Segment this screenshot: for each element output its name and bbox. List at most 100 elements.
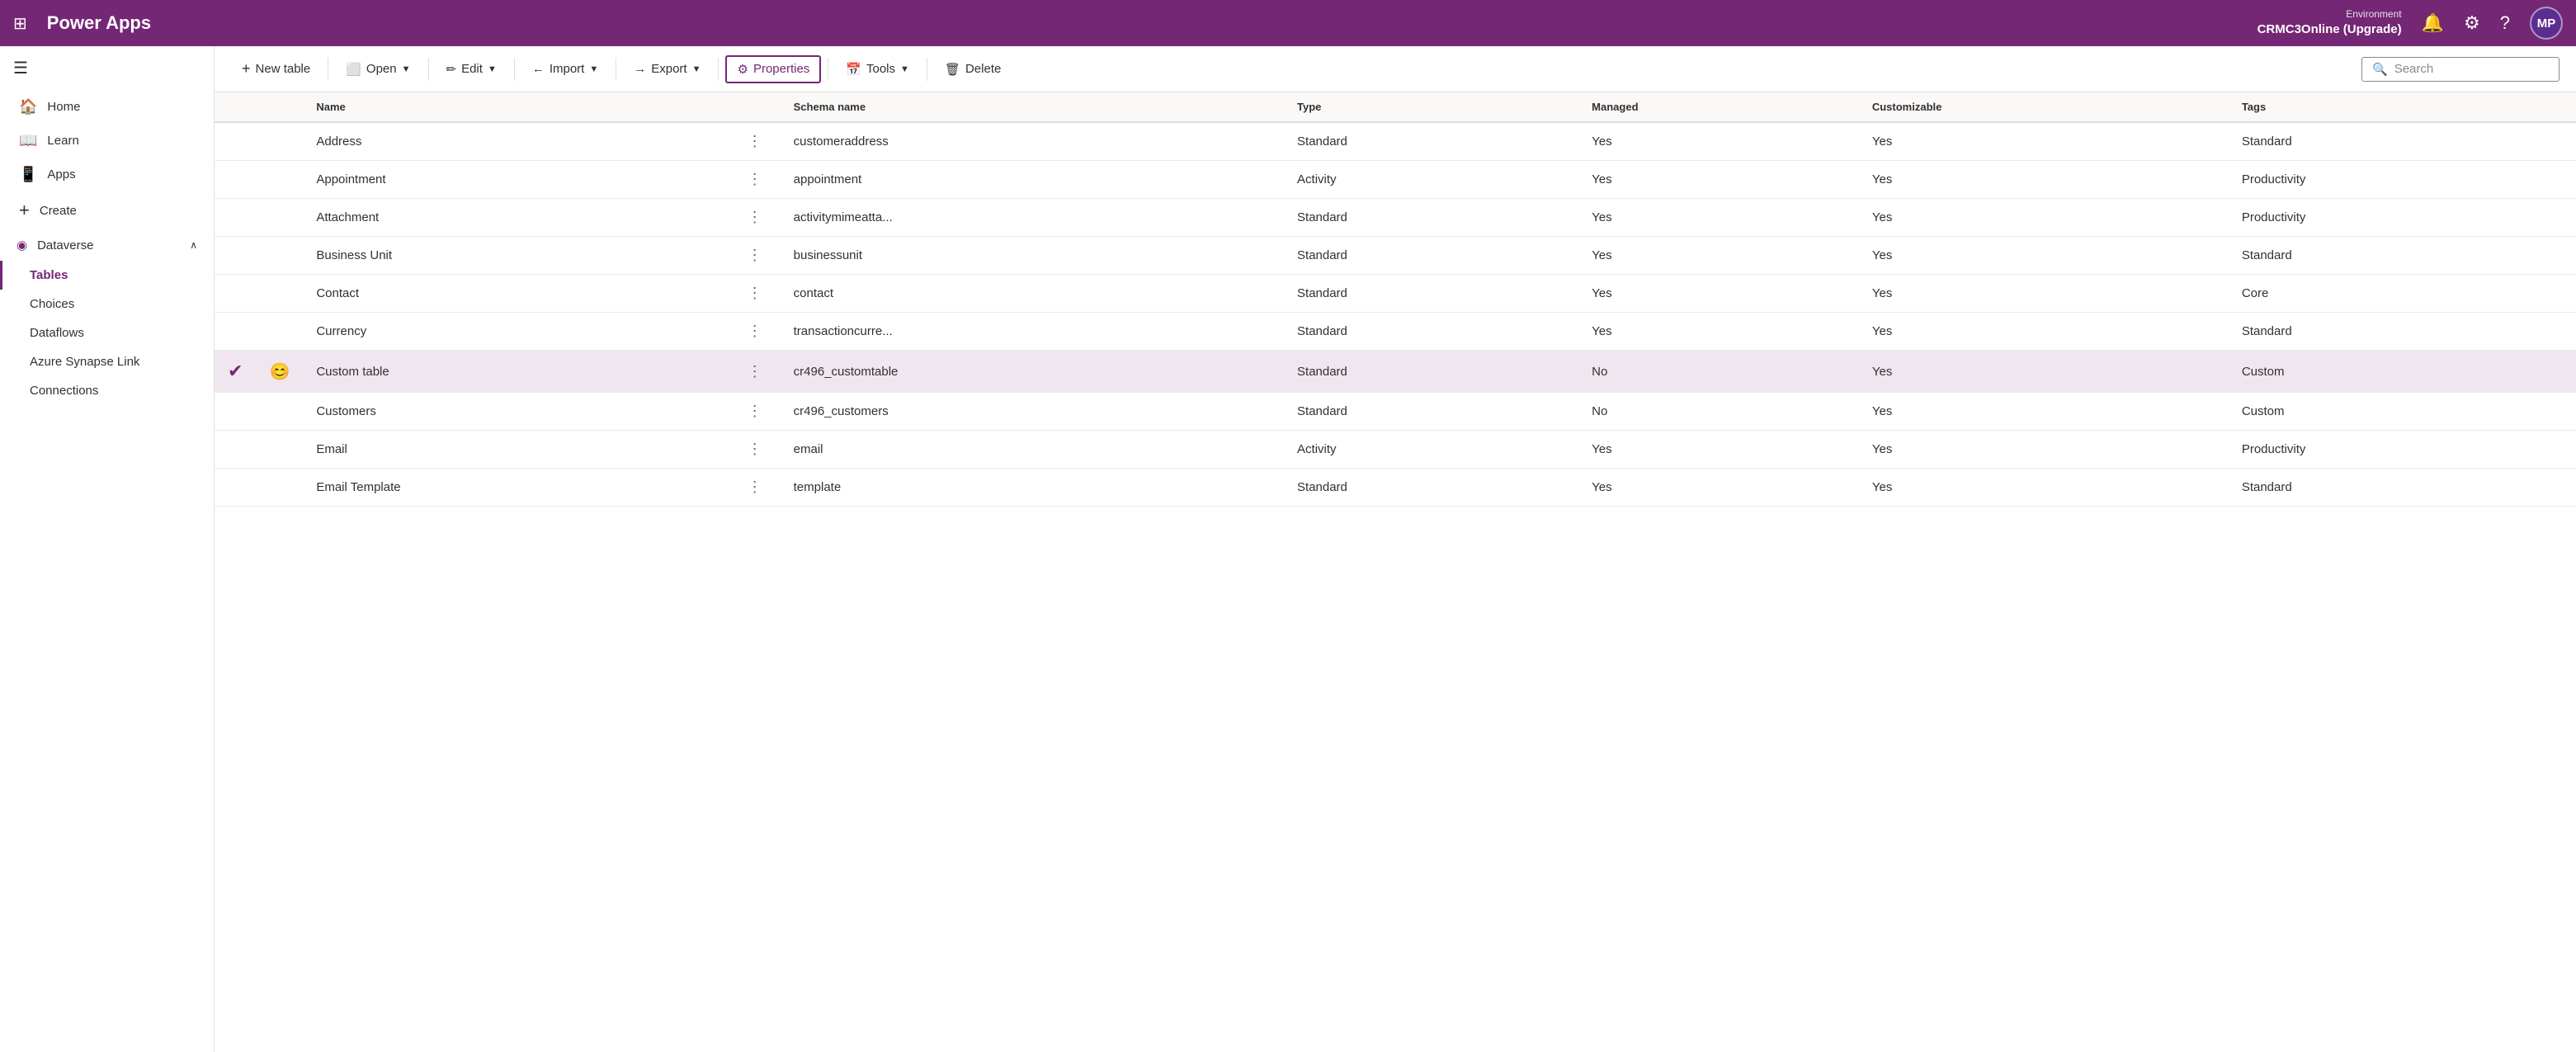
avatar[interactable]: MP: [2530, 7, 2563, 40]
new-table-button[interactable]: + New table: [231, 54, 321, 83]
table-row[interactable]: ✔😊Custom table⋮cr496_customtableStandard…: [215, 351, 2576, 393]
import-icon: ←: [532, 62, 545, 76]
col-type-header[interactable]: Type: [1284, 92, 1578, 122]
bell-icon[interactable]: 🔔: [2422, 12, 2444, 34]
export-button[interactable]: → Export ▼: [623, 56, 711, 82]
row-schema-cell: transactioncurre...: [781, 313, 1284, 351]
sidebar-sub-dataflows[interactable]: Dataflows: [0, 318, 214, 347]
search-box[interactable]: 🔍 Search: [2361, 57, 2559, 82]
sidebar-label-choices: Choices: [30, 297, 74, 311]
sidebar-item-dataverse[interactable]: ◉ Dataverse ∧: [0, 229, 214, 261]
sidebar-item-create[interactable]: + Create: [0, 191, 214, 229]
toolbar: + New table ⬜ Open ▼ ✏ Edit ▼ ← Import ▼: [215, 46, 2576, 92]
row-dots-cell[interactable]: ⋮: [729, 122, 781, 161]
open-icon: ⬜: [346, 62, 361, 77]
row-name-cell: Currency: [303, 313, 729, 351]
sidebar-item-apps[interactable]: 📱 Apps: [0, 158, 214, 191]
row-managed-cell: Yes: [1578, 431, 1859, 469]
row-more-icon[interactable]: ⋮: [743, 207, 767, 227]
properties-button[interactable]: ⚙ Properties: [725, 55, 821, 83]
row-schema-cell: email: [781, 431, 1284, 469]
row-tags-cell: Custom: [2229, 351, 2576, 393]
row-name-cell: Custom table: [303, 351, 729, 393]
home-icon: 🏠: [19, 98, 37, 116]
apps-icon: 📱: [19, 166, 37, 183]
row-customizable-cell: Yes: [1859, 469, 2229, 507]
row-more-icon[interactable]: ⋮: [743, 169, 767, 189]
edit-button[interactable]: ✏ Edit ▼: [436, 56, 507, 83]
col-name-header[interactable]: Name: [303, 92, 729, 122]
table-row[interactable]: Business Unit⋮businessunitStandardYesYes…: [215, 237, 2576, 275]
row-dots-cell[interactable]: ⋮: [729, 199, 781, 237]
row-emoji-cell: [256, 199, 303, 237]
sidebar-sub-tables[interactable]: Tables: [0, 261, 214, 290]
delete-button[interactable]: 🗑 Delete: [934, 56, 1012, 83]
row-dots-cell[interactable]: ⋮: [729, 393, 781, 431]
environment-info[interactable]: Environment CRMC3Online (Upgrade): [2258, 8, 2402, 37]
row-type-cell: Standard: [1284, 351, 1578, 393]
table-row[interactable]: Attachment⋮activitymimeatta...StandardYe…: [215, 199, 2576, 237]
sidebar-item-home[interactable]: 🏠 Home: [0, 90, 214, 124]
col-customizable-header[interactable]: Customizable: [1859, 92, 2229, 122]
col-icon-1: [215, 92, 256, 122]
new-table-icon: +: [242, 60, 251, 78]
row-dots-cell[interactable]: ⋮: [729, 237, 781, 275]
row-emoji-cell: [256, 313, 303, 351]
edit-icon: ✏: [446, 62, 457, 77]
table-row[interactable]: Appointment⋮appointmentActivityYesYesPro…: [215, 161, 2576, 199]
row-tags-cell: Custom: [2229, 393, 2576, 431]
row-more-icon[interactable]: ⋮: [743, 477, 767, 497]
grid-icon[interactable]: ⊞: [13, 13, 27, 34]
row-schema-cell: template: [781, 469, 1284, 507]
sidebar-label-tables: Tables: [30, 268, 68, 282]
table-row[interactable]: Contact⋮contactStandardYesYesCore: [215, 275, 2576, 313]
table-row[interactable]: Currency⋮transactioncurre...StandardYesY…: [215, 313, 2576, 351]
row-dots-cell[interactable]: ⋮: [729, 275, 781, 313]
row-more-icon[interactable]: ⋮: [743, 283, 767, 303]
table-row[interactable]: Email⋮emailActivityYesYesProductivity: [215, 431, 2576, 469]
row-tags-cell: Productivity: [2229, 199, 2576, 237]
table-row[interactable]: Email Template⋮templateStandardYesYesSta…: [215, 469, 2576, 507]
import-chevron-icon: ▼: [589, 64, 598, 74]
sidebar-item-learn[interactable]: 📖 Learn: [0, 124, 214, 158]
row-customizable-cell: Yes: [1859, 275, 2229, 313]
row-emoji-cell: [256, 469, 303, 507]
table-row[interactable]: Customers⋮cr496_customersStandardNoYesCu…: [215, 393, 2576, 431]
col-schema-header[interactable]: Schema name: [781, 92, 1284, 122]
row-tags-cell: Standard: [2229, 237, 2576, 275]
settings-icon[interactable]: ⚙: [2464, 12, 2480, 34]
row-more-icon[interactable]: ⋮: [743, 245, 767, 265]
row-tags-cell: Core: [2229, 275, 2576, 313]
col-tags-header[interactable]: Tags: [2229, 92, 2576, 122]
sidebar-label-connections: Connections: [30, 384, 98, 398]
row-more-icon[interactable]: ⋮: [743, 131, 767, 151]
tables-table: Name Schema name Type Managed Customizab…: [215, 92, 2576, 507]
chevron-up-icon: ∧: [190, 239, 197, 251]
row-more-icon[interactable]: ⋮: [743, 321, 767, 341]
row-type-cell: Standard: [1284, 122, 1578, 161]
row-dots-cell[interactable]: ⋮: [729, 469, 781, 507]
row-more-icon[interactable]: ⋮: [743, 439, 767, 459]
row-dots-cell[interactable]: ⋮: [729, 313, 781, 351]
row-customizable-cell: Yes: [1859, 122, 2229, 161]
sidebar-sub-azure-synapse[interactable]: Azure Synapse Link: [0, 347, 214, 376]
row-type-cell: Standard: [1284, 469, 1578, 507]
row-check-cell: [215, 469, 256, 507]
sidebar-toggle[interactable]: ☰: [0, 46, 214, 90]
table-row[interactable]: Address⋮customeraddressStandardYesYesSta…: [215, 122, 2576, 161]
import-button[interactable]: ← Import ▼: [521, 56, 609, 82]
open-button[interactable]: ⬜ Open ▼: [335, 56, 421, 83]
row-tags-cell: Productivity: [2229, 431, 2576, 469]
help-icon[interactable]: ?: [2500, 12, 2510, 34]
row-more-icon[interactable]: ⋮: [743, 401, 767, 421]
col-managed-header[interactable]: Managed: [1578, 92, 1859, 122]
row-managed-cell: Yes: [1578, 275, 1859, 313]
row-dots-cell[interactable]: ⋮: [729, 161, 781, 199]
sidebar-sub-connections[interactable]: Connections: [0, 376, 214, 405]
sidebar-sub-choices[interactable]: Choices: [0, 290, 214, 318]
row-dots-cell[interactable]: ⋮: [729, 431, 781, 469]
row-more-icon[interactable]: ⋮: [743, 361, 767, 381]
row-dots-cell[interactable]: ⋮: [729, 351, 781, 393]
table-header-row: Name Schema name Type Managed Customizab…: [215, 92, 2576, 122]
tools-button[interactable]: 📅 Tools ▼: [835, 56, 920, 83]
